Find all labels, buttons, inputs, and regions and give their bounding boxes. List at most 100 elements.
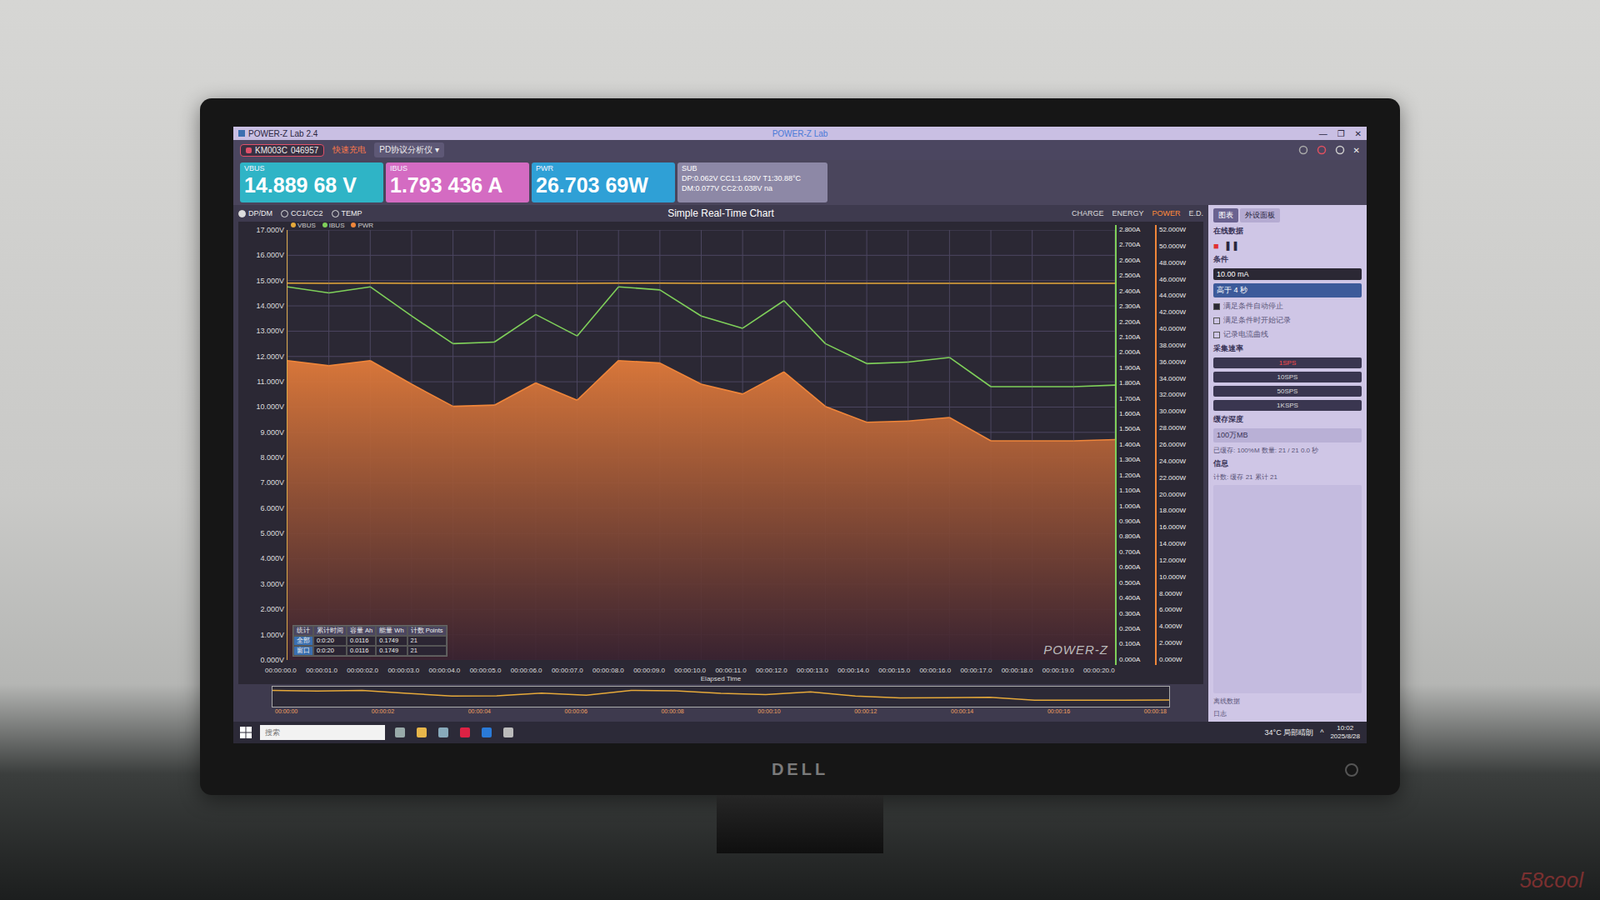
axis-tick: 28.000W: [1159, 423, 1204, 434]
app-icon[interactable]: [393, 725, 407, 740]
search-box[interactable]: [260, 725, 385, 740]
stats-cell: 21: [407, 635, 447, 646]
series-segment: [1032, 282, 1075, 285]
rate-option[interactable]: 1KSPS: [1213, 400, 1362, 411]
close-button[interactable]: ✕: [1353, 145, 1360, 155]
chart-tab[interactable]: CC1/CC2: [280, 209, 324, 218]
app-icon[interactable]: [436, 725, 450, 740]
weather[interactable]: 34°C 局部晴朗: [1265, 727, 1315, 739]
legend-dot: [290, 222, 296, 228]
axis-tick: 42.000W: [1159, 307, 1204, 318]
panel-tab[interactable]: 外设面板: [1240, 208, 1280, 223]
rate-option[interactable]: 1SPS: [1213, 357, 1362, 369]
view-tab[interactable]: POWER: [1151, 209, 1180, 218]
series-segment: [618, 286, 660, 290]
axis-tick: 1.800A: [1119, 378, 1155, 389]
condition-field[interactable]: 高于 4 秒: [1213, 283, 1362, 298]
readouts: VBUS14.889 68 VIBUS1.793 436 APWR26.703 …: [233, 160, 1367, 205]
checkbox-row[interactable]: 满足条件自动停止: [1213, 300, 1362, 312]
panel-tab[interactable]: 图表: [1213, 208, 1239, 223]
view-tab[interactable]: ENERGY: [1111, 209, 1144, 218]
checkbox-row[interactable]: 记录电流曲线: [1213, 329, 1362, 340]
checkbox-row[interactable]: 满足条件时开始记录: [1213, 315, 1362, 326]
panel-section[interactable]: 日志: [1213, 709, 1362, 719]
rate-option[interactable]: 10SPS: [1213, 371, 1362, 383]
buffer-field[interactable]: 100万MB: [1213, 428, 1362, 443]
panel-section[interactable]: 离线数据: [1213, 696, 1362, 706]
rate-option[interactable]: 50SPS: [1213, 385, 1362, 397]
sub-label: SUB: [681, 164, 824, 173]
window-control[interactable]: ✕: [1355, 129, 1362, 139]
checkbox[interactable]: [1213, 303, 1220, 310]
axis-tick: 40.000W: [1159, 324, 1204, 335]
axis-tick: 18.000W: [1159, 505, 1204, 516]
axis-tick: 48.000W: [1159, 258, 1204, 269]
axis-tick: 8.000W: [1159, 589, 1204, 600]
chart-tab[interactable]: DP/DM: [238, 209, 273, 218]
axis-tick: 00:00:08: [660, 708, 684, 715]
axis-tick: 0.300A: [1119, 609, 1155, 620]
legend-item[interactable]: PWR: [350, 221, 374, 230]
app-icon[interactable]: [458, 725, 472, 740]
axis-tick: 4.000W: [1159, 621, 1204, 632]
sub-line: DP:0.062V CC1:1.620V T1:30.88°C: [681, 174, 824, 183]
protocol-menu[interactable]: PD协议分析仪 ▾: [374, 142, 445, 158]
brand-logo: DELL: [771, 760, 829, 780]
axis-tick: 2.000W: [1159, 638, 1204, 649]
series-segment: [287, 282, 330, 285]
chart-tab[interactable]: TEMP: [331, 209, 363, 218]
device-dot: [245, 147, 252, 154]
device-serial: 046957: [290, 145, 319, 155]
axis-tick: 7.000V: [260, 477, 285, 488]
app-icon[interactable]: [501, 725, 515, 740]
app-icon[interactable]: [415, 725, 429, 740]
view-tab[interactable]: E.D.: [1188, 209, 1204, 218]
clock[interactable]: 10:022025/8/28: [1330, 724, 1360, 741]
axis-tick: 00:00:10.0: [674, 666, 706, 675]
pause-button[interactable]: ❚❚: [1224, 240, 1240, 251]
sub-card: SUBDP:0.062V CC1:1.620V T1:30.88°CDM:0.0…: [677, 162, 828, 203]
x-axis: 00:00:00.000:00:01.000:00:02.000:00:03.0…: [265, 666, 1115, 675]
axis-tick: 00:00:20.0: [1083, 666, 1115, 675]
axis-tick: 00:00:14.0: [837, 666, 870, 675]
series-segment: [1032, 440, 1075, 442]
series-segment: [535, 282, 578, 285]
series-segment: [577, 286, 620, 336]
overview-box[interactable]: [271, 685, 1170, 708]
device-badge[interactable]: KM003C046957: [240, 144, 325, 157]
axis-tick: 0.200A: [1119, 624, 1155, 635]
main-area: DP/DM CC1/CC2 TEMP Simple Real-Time Chart CH…: [233, 205, 1367, 722]
axis-tick: 00:00:11.0: [715, 666, 746, 675]
axis-tick: 3.000V: [260, 579, 285, 590]
checkbox[interactable]: [1213, 331, 1220, 339]
axis-tick: 2.200A: [1119, 317, 1155, 328]
power-button-icon[interactable]: [1345, 763, 1359, 777]
monitor-stand: [716, 795, 884, 854]
mode-label[interactable]: 快速充电: [332, 144, 366, 156]
axis-tick: 44.000W: [1159, 290, 1204, 301]
window-control[interactable]: —: [1319, 129, 1328, 139]
radio-icon: [280, 210, 289, 218]
voltage-axis: 17.000V16.000V15.000V14.000V13.000V12.00…: [238, 225, 287, 665]
series-segment: [866, 420, 909, 422]
chart-tabs: DP/DM CC1/CC2 TEMP: [238, 209, 661, 218]
axis-tick: 4.000V: [260, 553, 285, 564]
readout-value: 26.703 69W: [535, 172, 671, 198]
settings-icon: [1335, 145, 1345, 155]
condition-field[interactable]: 10.00 mA: [1213, 268, 1362, 280]
windows-icon[interactable]: [240, 726, 252, 739]
series-segment: [949, 282, 991, 285]
chart-title: Simple Real-Time Chart: [667, 207, 775, 220]
axis-tick: 0.400A: [1119, 593, 1155, 604]
app-icon[interactable]: [480, 725, 494, 740]
overview-ticks: 00:00:0000:00:0200:00:0400:00:0600:00:08…: [271, 707, 1170, 715]
record-button[interactable]: ■: [1213, 240, 1220, 251]
legend-item[interactable]: IBUS: [322, 221, 345, 230]
legend-dot: [350, 222, 356, 228]
tray-expand[interactable]: ^: [1320, 728, 1324, 737]
checkbox[interactable]: [1213, 317, 1220, 325]
legend-item[interactable]: VBUS: [290, 221, 316, 230]
axis-tick: 00:00:17.0: [960, 666, 993, 675]
view-tab[interactable]: CHARGE: [1071, 209, 1105, 218]
window-control[interactable]: ❐: [1337, 129, 1345, 139]
